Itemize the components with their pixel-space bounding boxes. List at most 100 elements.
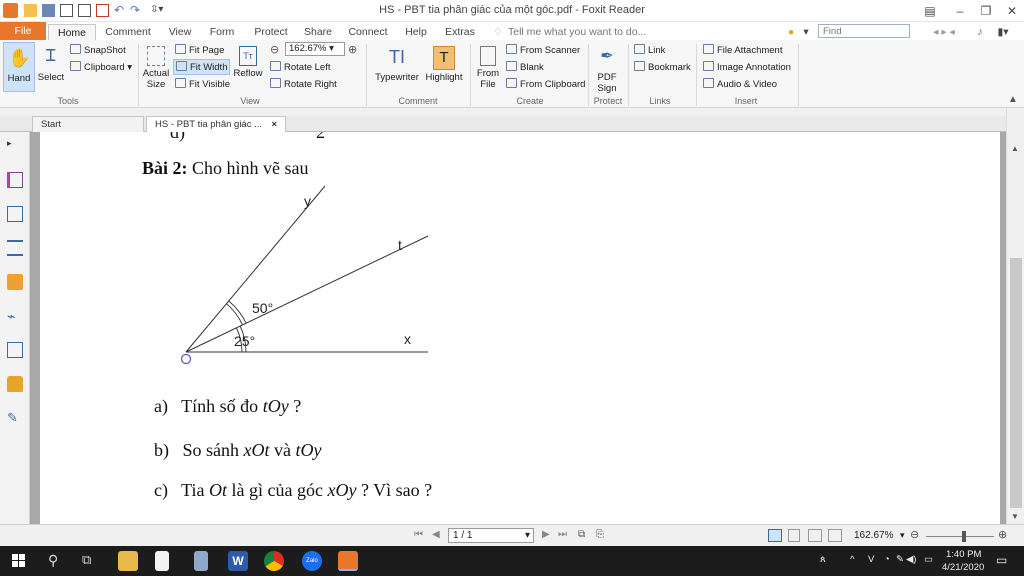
tab-file[interactable]: File xyxy=(0,22,46,40)
rotate-right-button[interactable]: Rotate Right xyxy=(270,78,337,90)
continuous-view-icon[interactable] xyxy=(788,529,800,542)
zoom-level[interactable]: 162.67% xyxy=(854,530,893,541)
scroll-up-icon[interactable]: ▲ xyxy=(1011,144,1019,153)
tab-extras[interactable]: Extras xyxy=(438,24,482,40)
foxit-taskbar-icon[interactable] xyxy=(338,551,358,571)
audio-video-button[interactable]: Audio & Video xyxy=(703,78,777,90)
reflow-button[interactable]: Tт Reflow xyxy=(232,46,264,79)
input-method-icon[interactable]: V xyxy=(868,554,874,565)
image-annotation-button[interactable]: Image Annotation xyxy=(703,61,791,73)
from-file-button[interactable]: From File xyxy=(474,46,502,90)
attachments-panel-icon[interactable]: ⌁ xyxy=(7,308,23,324)
show-hidden-icons[interactable]: ^ xyxy=(850,554,854,565)
tab-current-document[interactable]: HS - PBT tia phân giác ... × xyxy=(146,116,286,132)
notifications-icon[interactable]: ▭ xyxy=(996,553,1007,567)
file-explorer-icon[interactable] xyxy=(118,551,138,571)
minimize-button[interactable]: – xyxy=(946,2,974,20)
zoom-out-icon[interactable]: ⊖ xyxy=(270,43,279,56)
select-tool-button[interactable]: Ꮖ Select xyxy=(36,46,66,83)
find-input[interactable] xyxy=(818,24,910,38)
task-view-icon[interactable]: ⧉ xyxy=(82,552,91,568)
tab-start[interactable]: Start xyxy=(32,116,144,132)
continuous-facing-view-icon[interactable] xyxy=(828,529,842,542)
collapse-ribbon-icon[interactable]: ▲ xyxy=(1008,94,1018,105)
tab-share[interactable]: Share xyxy=(298,24,338,40)
tab-view[interactable]: View xyxy=(160,24,200,40)
battery-icon[interactable]: ▭ xyxy=(924,554,933,565)
last-page-icon[interactable]: ⏭ xyxy=(558,529,567,540)
fit-visible-button[interactable]: Fit Visible xyxy=(175,78,230,90)
tab-form[interactable]: Form xyxy=(202,24,242,40)
extract-icon[interactable]: ⎘ xyxy=(596,529,604,540)
fit-width-button[interactable]: Fit Width xyxy=(173,59,231,75)
first-page-icon[interactable]: ⏮ xyxy=(414,529,423,540)
people-icon[interactable]: ጰ xyxy=(820,554,826,565)
snapshot-button[interactable]: SnapShot xyxy=(70,44,126,56)
zoom-in-icon[interactable]: ⊕ xyxy=(348,43,357,56)
tab-protect[interactable]: Protect xyxy=(246,24,296,40)
page-layout-icon[interactable]: ⧉ xyxy=(578,529,585,540)
clock-date[interactable]: 4/21/2020 xyxy=(942,562,984,573)
tab-comment[interactable]: Comment xyxy=(100,24,156,40)
zoom-dropdown-icon[interactable]: ▾ xyxy=(900,530,905,541)
pen-ink-icon[interactable]: ✎ xyxy=(896,554,904,565)
start-button-icon[interactable] xyxy=(12,554,25,567)
rotate-left-button[interactable]: Rotate Left xyxy=(270,61,330,73)
tell-me-field[interactable]: Tell me what you want to do... xyxy=(508,24,648,40)
close-tab-icon[interactable]: × xyxy=(271,117,277,132)
bookmarks-panel-icon[interactable] xyxy=(7,172,23,188)
word-icon[interactable]: W xyxy=(228,551,248,571)
zalo-icon[interactable]: Zalo xyxy=(302,551,322,571)
volume-icon[interactable]: ◀) xyxy=(906,554,916,565)
zoom-slider-thumb[interactable] xyxy=(962,531,966,542)
clipboard-button[interactable]: Clipboard ▾ xyxy=(70,61,132,73)
account-icon[interactable]: ▮▾ xyxy=(994,24,1012,40)
smiley-icon[interactable]: ● xyxy=(784,24,798,40)
wifi-icon[interactable]: ◔ xyxy=(884,554,890,565)
ribbon-display-icon[interactable]: ▤ xyxy=(916,2,944,20)
prev-page-icon[interactable]: ◀ xyxy=(432,529,440,540)
from-scanner-button[interactable]: From Scanner xyxy=(506,44,580,56)
tab-connect[interactable]: Connect xyxy=(342,24,394,40)
from-clipboard-button[interactable]: From Clipboard xyxy=(506,78,585,90)
pdf-sign-button[interactable]: ✒ PDF Sign xyxy=(593,46,621,94)
blank-button[interactable]: Blank xyxy=(506,61,544,73)
link-button[interactable]: Link xyxy=(634,44,665,56)
calculator-icon[interactable] xyxy=(194,551,208,571)
zoom-slider-track[interactable] xyxy=(926,536,994,537)
restore-button[interactable]: ❐ xyxy=(972,2,1000,20)
hand-tool-button[interactable]: ✋ Hand xyxy=(3,42,35,92)
chrome-icon[interactable] xyxy=(264,551,284,571)
zoom-select[interactable]: 162.67% ▾ xyxy=(285,42,345,56)
scroll-thumb[interactable] xyxy=(1010,258,1022,508)
layers-panel-icon[interactable] xyxy=(7,240,23,256)
bookmark-button[interactable]: Bookmark xyxy=(634,61,691,73)
search-taskbar-icon[interactable]: ⚲ xyxy=(48,552,58,569)
page-number-select[interactable]: 1 / 1 ▾ xyxy=(448,528,534,543)
pages-panel-icon[interactable] xyxy=(7,206,23,222)
user-dropdown-icon[interactable]: ▾ xyxy=(800,24,812,40)
close-button[interactable]: ✕ xyxy=(998,2,1024,20)
single-page-view-icon[interactable] xyxy=(768,529,782,542)
tools-panel-icon[interactable]: ✎ xyxy=(7,410,23,426)
signatures-panel-icon[interactable] xyxy=(7,342,23,358)
notepad-icon[interactable] xyxy=(155,551,169,571)
facing-view-icon[interactable] xyxy=(808,529,822,542)
fit-page-button[interactable]: Fit Page xyxy=(175,44,224,56)
actual-size-button[interactable]: Actual Size xyxy=(141,46,171,90)
tab-help[interactable]: Help xyxy=(398,24,434,40)
typewriter-button[interactable]: TI Typewriter xyxy=(372,46,422,83)
file-attachment-button[interactable]: File Attachment xyxy=(703,44,782,56)
clock-time[interactable]: 1:40 PM xyxy=(946,549,981,560)
nav-arrows-icon[interactable]: ◂ ▸ ◂ xyxy=(918,24,970,40)
security-panel-icon[interactable] xyxy=(7,376,23,392)
scroll-down-icon[interactable]: ▼ xyxy=(1011,512,1019,521)
zoom-out-status-icon[interactable]: ⊖ xyxy=(910,528,919,541)
highlight-button[interactable]: T Highlight xyxy=(424,46,464,83)
comments-panel-icon[interactable] xyxy=(7,274,23,290)
expand-panel-icon[interactable]: ▸ xyxy=(7,138,23,154)
vertical-scrollbar[interactable]: ▲ ▼ xyxy=(1006,108,1024,524)
next-page-icon[interactable]: ▶ xyxy=(542,529,550,540)
zoom-in-status-icon[interactable]: ⊕ xyxy=(998,528,1007,541)
notification-bell-icon[interactable]: ♪ xyxy=(972,24,988,40)
